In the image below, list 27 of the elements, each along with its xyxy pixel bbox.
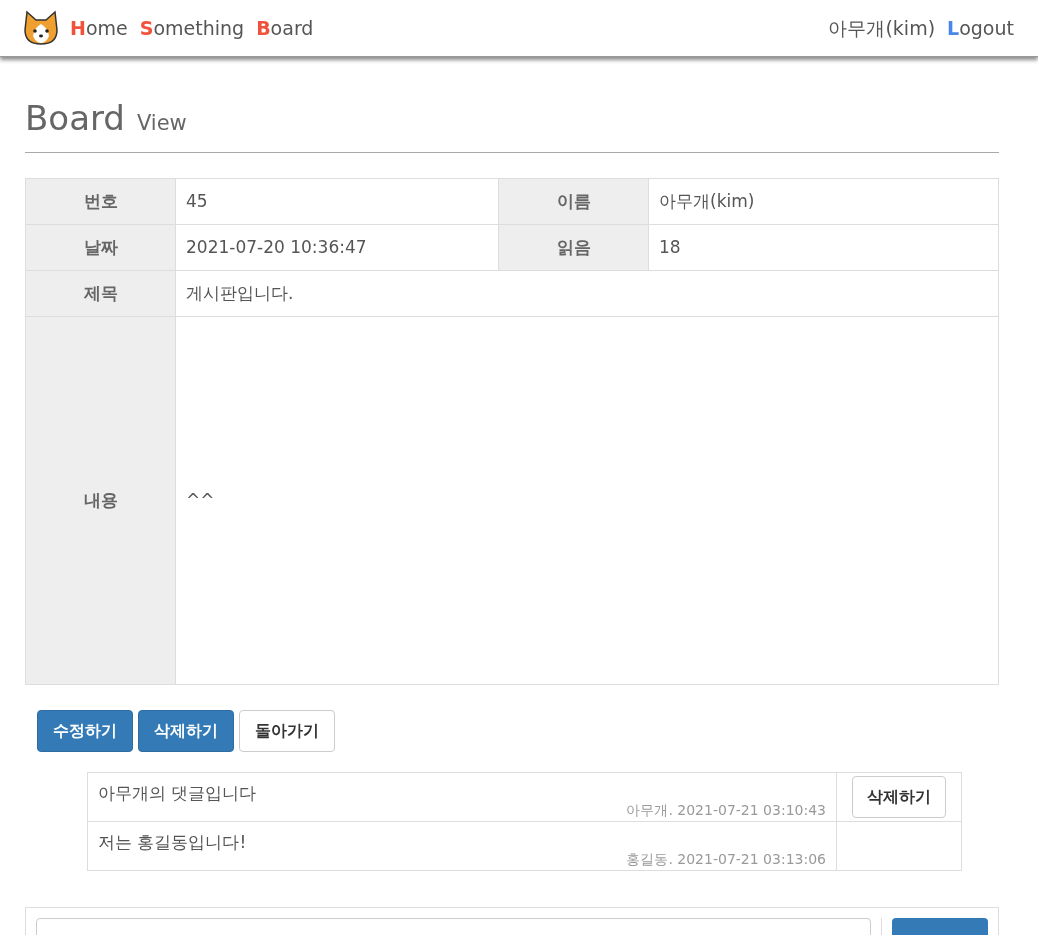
back-button[interactable]: 돌아가기	[239, 710, 335, 752]
user-name: 아무개(kim)	[828, 15, 936, 41]
page-title: Board	[25, 97, 125, 140]
logout-link[interactable]: Logout	[947, 13, 1014, 43]
nav-link[interactable]: Board	[256, 13, 314, 43]
field-label: 제목	[25, 270, 176, 317]
field-value: 18	[648, 224, 999, 271]
field-value: 게시판입니다.	[175, 270, 999, 317]
nav-link[interactable]: Something	[139, 13, 245, 43]
comment-text: 저는 홍길동입니다!	[98, 831, 248, 854]
field-label: 내용	[25, 316, 176, 685]
action-button[interactable]: 삭제하기	[138, 710, 234, 752]
action-button[interactable]: 수정하기	[37, 710, 133, 752]
field-label: 읽음	[498, 224, 649, 271]
field-value: 2021-07-20 10:36:47	[175, 224, 499, 271]
comment-text: 아무개의 댓글입니다	[98, 782, 258, 805]
comment-meta: 아무개. 2021-07-21 03:10:43	[625, 801, 826, 819]
comment-meta: 홍길동. 2021-07-21 03:13:06	[625, 850, 826, 868]
field-value: ^^	[175, 316, 999, 685]
field-value: 45	[175, 178, 499, 225]
field-label: 번호	[25, 178, 176, 225]
nav-link[interactable]: Home	[70, 13, 128, 43]
field-value: 아무개(kim)	[648, 178, 999, 225]
delete-comment-button[interactable]: 삭제하기	[852, 776, 946, 818]
field-label: 이름	[498, 178, 649, 225]
page-subtitle: View	[136, 110, 187, 137]
field-label: 날짜	[25, 224, 176, 271]
